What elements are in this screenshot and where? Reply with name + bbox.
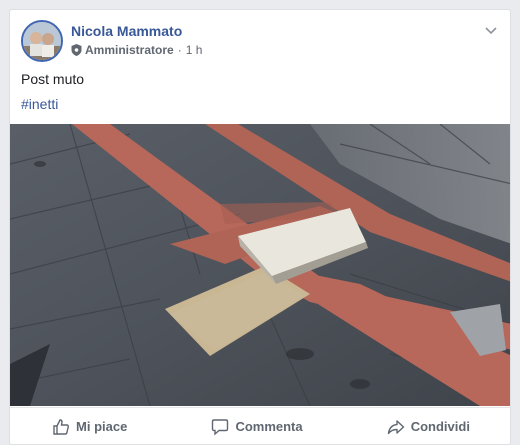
post-time[interactable]: 1 h — [186, 43, 203, 57]
hashtag-link[interactable]: #inetti — [21, 96, 58, 112]
post-card: Nicola Mammato Amministratore · 1 h Post… — [9, 9, 511, 445]
like-button[interactable]: Mi piace — [42, 412, 137, 442]
post-meta: Amministratore · 1 h — [71, 43, 202, 57]
photo-image — [10, 124, 510, 406]
meta-separator: · — [177, 43, 182, 57]
comment-button[interactable]: Commenta — [201, 412, 312, 442]
post-text: Post muto — [21, 71, 85, 87]
share-button[interactable]: Condividi — [377, 412, 480, 442]
avatar[interactable] — [21, 20, 63, 62]
comment-label: Commenta — [235, 419, 303, 434]
share-label: Condividi — [410, 419, 470, 434]
thumbs-up-icon — [53, 418, 70, 435]
shield-icon — [71, 44, 82, 56]
post-photo[interactable] — [10, 124, 510, 406]
share-arrow-icon — [387, 419, 404, 434]
role-label: Amministratore — [85, 43, 174, 57]
chevron-down-icon[interactable] — [484, 24, 498, 38]
post-header: Nicola Mammato Amministratore · 1 h — [21, 20, 500, 64]
like-label: Mi piace — [76, 419, 128, 434]
post-actions: Mi piace Commenta Condividi — [10, 407, 510, 444]
comment-bubble-icon — [212, 418, 229, 436]
author-name[interactable]: Nicola Mammato — [71, 23, 182, 39]
